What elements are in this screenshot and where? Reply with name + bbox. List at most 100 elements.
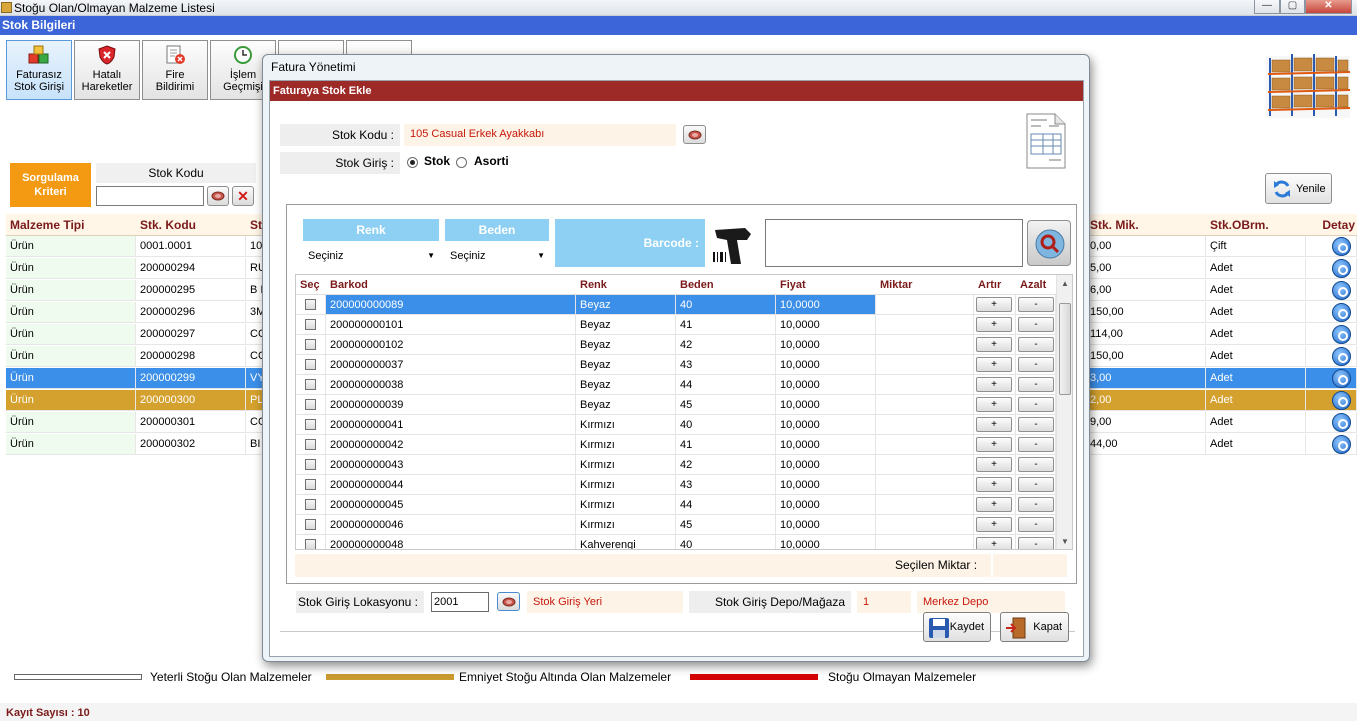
detail-magnifier-icon[interactable]	[1332, 303, 1351, 322]
detail-magnifier-icon[interactable]	[1332, 325, 1351, 344]
detail-magnifier-icon[interactable]	[1332, 435, 1351, 454]
variant-row[interactable]: 200000000042 Kırmızı 41 10,0000 + -	[296, 435, 1056, 455]
artir-button[interactable]: +	[976, 317, 1012, 332]
row-checkbox[interactable]	[305, 439, 316, 450]
azalt-button[interactable]: -	[1018, 537, 1054, 549]
detail-magnifier-icon[interactable]	[1332, 347, 1351, 366]
col-miktar[interactable]: Miktar	[876, 275, 974, 295]
azalt-button[interactable]: -	[1018, 337, 1054, 352]
col-detay[interactable]: Detay	[1306, 214, 1357, 236]
yenile-button[interactable]: Yenile	[1265, 173, 1332, 204]
variant-row[interactable]: 200000000041 Kırmızı 40 10,0000 + -	[296, 415, 1056, 435]
col-barkod[interactable]: Barkod	[326, 275, 576, 295]
detail-magnifier-icon[interactable]	[1332, 369, 1351, 388]
detail-magnifier-icon[interactable]	[1332, 259, 1351, 278]
fire-bildirimi-button[interactable]: Fire Bildirimi	[142, 40, 208, 100]
col-stk-mik[interactable]: Stk. Mik.	[1086, 214, 1206, 236]
detail-magnifier-icon[interactable]	[1332, 391, 1351, 410]
barcode-search-button[interactable]	[1027, 220, 1071, 266]
variant-row[interactable]: 200000000038 Beyaz 44 10,0000 + -	[296, 375, 1056, 395]
barcode-input[interactable]	[765, 219, 1023, 267]
artir-button[interactable]: +	[976, 537, 1012, 549]
scroll-up-icon[interactable]: ▲	[1061, 279, 1069, 288]
artir-button[interactable]: +	[976, 477, 1012, 492]
lokasyon-search-button[interactable]	[497, 592, 520, 611]
stok-kodu-search-button[interactable]	[683, 125, 706, 144]
variant-row[interactable]: 200000000089 Beyaz 40 10,0000 + -	[296, 295, 1056, 315]
row-checkbox[interactable]	[305, 519, 316, 530]
col-beden[interactable]: Beden	[676, 275, 776, 295]
variant-row[interactable]: 200000000044 Kırmızı 43 10,0000 + -	[296, 475, 1056, 495]
variant-row[interactable]: 200000000043 Kırmızı 42 10,0000 + -	[296, 455, 1056, 475]
radio-asorti[interactable]	[456, 157, 467, 168]
vertical-scrollbar[interactable]: ▲ ▼	[1056, 275, 1072, 549]
kaydet-button[interactable]: Kaydet	[923, 612, 991, 642]
row-checkbox[interactable]	[305, 339, 316, 350]
stok-search-button[interactable]	[207, 186, 229, 206]
radio-stok[interactable]	[407, 157, 418, 168]
clear-filter-button[interactable]: ✕	[232, 186, 254, 206]
artir-button[interactable]: +	[976, 377, 1012, 392]
variant-row[interactable]: 200000000101 Beyaz 41 10,0000 + -	[296, 315, 1056, 335]
col-malzeme-tipi[interactable]: Malzeme Tipi	[6, 214, 136, 236]
artir-button[interactable]: +	[976, 497, 1012, 512]
scroll-down-icon[interactable]: ▼	[1061, 537, 1069, 546]
row-checkbox[interactable]	[305, 459, 316, 470]
row-checkbox[interactable]	[305, 419, 316, 430]
artir-button[interactable]: +	[976, 337, 1012, 352]
col-stk-obrm[interactable]: Stk.OBrm.	[1206, 214, 1306, 236]
lokasyon-input[interactable]: 2001	[431, 592, 489, 612]
variant-row[interactable]: 200000000045 Kırmızı 44 10,0000 + -	[296, 495, 1056, 515]
col-artir[interactable]: Artır	[974, 275, 1016, 295]
detail-magnifier-icon[interactable]	[1332, 281, 1351, 300]
detail-magnifier-icon[interactable]	[1332, 413, 1351, 432]
row-checkbox[interactable]	[305, 319, 316, 330]
hatali-hareketler-button[interactable]: Hatalı Hareketler	[74, 40, 140, 100]
row-checkbox[interactable]	[305, 359, 316, 370]
variant-row[interactable]: 200000000037 Beyaz 43 10,0000 + -	[296, 355, 1056, 375]
azalt-button[interactable]: -	[1018, 297, 1054, 312]
variant-row[interactable]: 200000000102 Beyaz 42 10,0000 + -	[296, 335, 1056, 355]
azalt-button[interactable]: -	[1018, 457, 1054, 472]
col-fiyat[interactable]: Fiyat	[776, 275, 876, 295]
col-azalt[interactable]: Azalt	[1016, 275, 1056, 295]
artir-button[interactable]: +	[976, 417, 1012, 432]
detail-magnifier-icon[interactable]	[1332, 237, 1351, 256]
close-button[interactable]: ✕	[1305, 0, 1352, 14]
variant-row[interactable]: 200000000048 Kahverengi 40 10,0000 + -	[296, 535, 1056, 549]
azalt-button[interactable]: -	[1018, 437, 1054, 452]
variant-row[interactable]: 200000000039 Beyaz 45 10,0000 + -	[296, 395, 1056, 415]
col-renk[interactable]: Renk	[576, 275, 676, 295]
renk-select[interactable]: Seçiniz ▼	[303, 246, 439, 266]
azalt-button[interactable]: -	[1018, 377, 1054, 392]
row-checkbox[interactable]	[305, 399, 316, 410]
artir-button[interactable]: +	[976, 437, 1012, 452]
azalt-button[interactable]: -	[1018, 477, 1054, 492]
row-checkbox[interactable]	[305, 299, 316, 310]
azalt-button[interactable]: -	[1018, 497, 1054, 512]
artir-button[interactable]: +	[976, 517, 1012, 532]
artir-button[interactable]: +	[976, 457, 1012, 472]
col-stk-kodu[interactable]: Stk. Kodu	[136, 214, 246, 236]
azalt-button[interactable]: -	[1018, 397, 1054, 412]
artir-button[interactable]: +	[976, 357, 1012, 372]
beden-select[interactable]: Seçiniz ▼	[445, 246, 549, 266]
row-checkbox[interactable]	[305, 499, 316, 510]
stok-kodu-filter-input[interactable]	[96, 186, 204, 206]
row-checkbox[interactable]	[305, 539, 316, 549]
maximize-button[interactable]: ▢	[1280, 0, 1305, 14]
variant-row[interactable]: 200000000046 Kırmızı 45 10,0000 + -	[296, 515, 1056, 535]
faturasiz-stok-girisi-button[interactable]: Faturasız Stok Girişi	[6, 40, 72, 100]
scrollbar-thumb[interactable]	[1059, 303, 1071, 395]
kapat-button[interactable]: Kapat	[1000, 612, 1069, 642]
azalt-button[interactable]: -	[1018, 517, 1054, 532]
azalt-button[interactable]: -	[1018, 357, 1054, 372]
artir-button[interactable]: +	[976, 297, 1012, 312]
artir-button[interactable]: +	[976, 397, 1012, 412]
row-checkbox[interactable]	[305, 479, 316, 490]
azalt-button[interactable]: -	[1018, 417, 1054, 432]
minimize-button[interactable]: —	[1254, 0, 1280, 14]
azalt-button[interactable]: -	[1018, 317, 1054, 332]
row-checkbox[interactable]	[305, 379, 316, 390]
col-sec[interactable]: Seç	[296, 275, 326, 295]
